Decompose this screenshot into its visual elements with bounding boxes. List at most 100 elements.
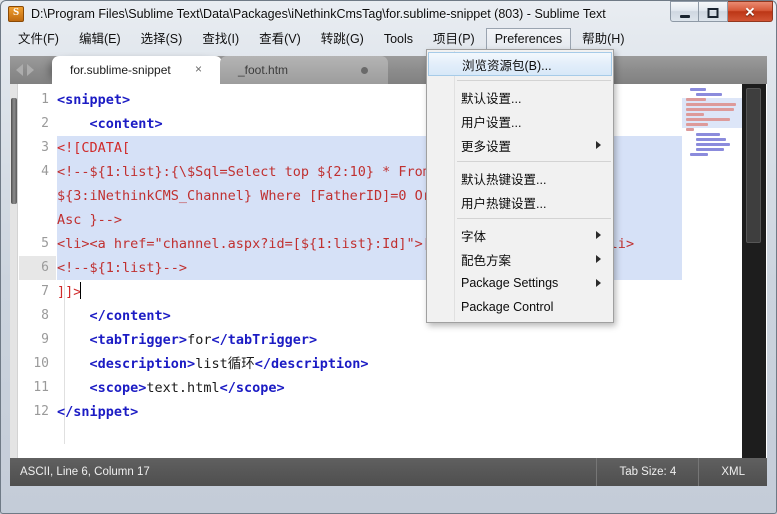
window-controls: ✕ [670,1,773,22]
code-token: <![CDATA[ [57,140,131,156]
menu-separator [457,218,611,219]
code-token: ]]> [57,284,82,300]
active-line-gutter-highlight [19,256,56,280]
menu-settings-default-label: 默认设置... [461,91,522,106]
minimap-line [686,128,694,131]
line-number: 12 [33,404,49,419]
menu-find[interactable]: 查找(I) [193,28,248,52]
menu-package-control[interactable]: Package Control [427,295,613,319]
minimap-line [696,148,724,151]
menu-color-scheme-label: 配色方案 [461,253,512,268]
minimap-line [686,123,708,126]
code-token: </scope> [219,380,285,396]
fold-scroll-edge[interactable] [10,84,18,458]
menu-browse-packages[interactable]: 浏览资源包(B)... [428,52,612,76]
menu-view-label: 查看(V) [259,31,301,46]
code-token: text.html [146,380,220,396]
minimap-line [696,143,730,146]
minimap-line [690,88,706,91]
menu-settings-more-label: 更多设置 [461,139,512,154]
title-bar: D:\Program Files\Sublime Text\Data\Packa… [1,1,776,27]
code-token: </tabTrigger> [211,332,318,348]
menu-goto[interactable]: 转跳(G) [312,28,373,52]
tab-for-sublime-snippet[interactable]: for.sublime-snippet × [52,56,222,84]
menu-preferences-label: Preferences [494,31,563,46]
close-icon: ✕ [744,4,756,19]
tab-size-status[interactable]: Tab Size: 4 [596,458,698,486]
code-token: <!--${1:list}--> [57,260,188,276]
menu-selection[interactable]: 选择(S) [132,28,192,52]
nav-forward-arrow-icon[interactable] [27,64,34,76]
code-line: <![CDATA[ [57,136,130,160]
menu-settings-user-label: 用户设置... [461,115,522,130]
code-line: <!--${1:list}--> [57,256,187,280]
vertical-scrollbar[interactable] [742,84,766,458]
menu-preferences[interactable]: Preferences [485,27,572,52]
sublime-text-icon [8,6,24,22]
menu-browse-packages-label: 浏览资源包(B)... [462,58,552,73]
code-line: <content> [57,112,163,136]
minimap[interactable] [682,84,742,458]
nav-back-arrow-icon[interactable] [16,64,23,76]
menu-font[interactable]: 字体 [427,223,613,247]
maximize-button[interactable] [699,1,728,22]
menu-settings-default[interactable]: 默认设置... [427,85,613,109]
menu-edit-label: 编辑(E) [78,31,121,46]
tab-dirty-indicator [361,67,368,74]
minimize-button[interactable] [670,1,699,22]
code-token: <scope> [89,380,147,396]
tab-close-icon[interactable]: × [192,63,205,76]
minimap-line [696,133,720,136]
close-button[interactable]: ✕ [728,1,773,22]
minimap-line [686,113,704,116]
menu-project[interactable]: 项目(P) [424,28,484,52]
fold-scroll-thumb[interactable] [11,98,17,204]
menu-separator [457,80,611,81]
submenu-arrow-icon [596,279,601,287]
submenu-arrow-icon [596,231,601,239]
menu-help-label: 帮助(H) [582,31,625,46]
code-token: <tabTrigger> [89,332,188,348]
code-line: ]]> [57,280,82,304]
code-token: Asc }--> [57,212,123,228]
menu-color-scheme[interactable]: 配色方案 [427,247,613,271]
submenu-arrow-icon [596,255,601,263]
menu-selection-label: 选择(S) [140,31,183,46]
cursor-position-status: ASCII, Line 6, Column 17 [20,466,150,478]
code-token: </snippet> [57,404,139,420]
line-number: 1 [41,92,49,107]
menu-file-label: 文件(F) [18,31,59,46]
vertical-scrollbar-thumb[interactable] [746,88,761,243]
menu-keybindings-default[interactable]: 默认热键设置... [427,166,613,190]
tab-label: _foot.htm [238,63,289,77]
minimap-line [690,153,708,156]
menu-settings-user[interactable]: 用户设置... [427,109,613,133]
menu-find-label: 查找(I) [202,31,240,46]
menu-settings-more[interactable]: 更多设置 [427,133,613,157]
menu-keybindings-user[interactable]: 用户热键设置... [427,190,613,214]
line-number: 8 [41,308,49,323]
minimap-line [696,93,722,96]
menu-bar: 文件(F) 编辑(E) 选择(S) 查找(I) 查看(V) 转跳(G) Tools 项目(P)… [2,27,775,52]
syntax-status[interactable]: XML [698,458,767,486]
tab-foot-htm[interactable]: _foot.htm [220,56,388,84]
menu-font-label: 字体 [461,229,487,244]
menu-goto-label: 转跳(G) [320,31,364,46]
tab-nav-arrows [16,64,34,76]
menu-package-control-label: Package Control [461,300,554,314]
menu-help[interactable]: 帮助(H) [573,28,633,52]
minimap-line [696,138,726,141]
tab-label: for.sublime-snippet [70,63,171,77]
menu-tools[interactable]: Tools [375,28,422,52]
menu-file[interactable]: 文件(F) [9,28,68,52]
code-token: list循环 [195,356,255,372]
menu-edit[interactable]: 编辑(E) [70,28,130,52]
code-token: </content> [89,308,171,324]
sublime-text-window: D:\Program Files\Sublime Text\Data\Packa… [0,0,777,514]
menu-view[interactable]: 查看(V) [250,28,310,52]
menu-package-settings[interactable]: Package Settings [427,271,613,295]
